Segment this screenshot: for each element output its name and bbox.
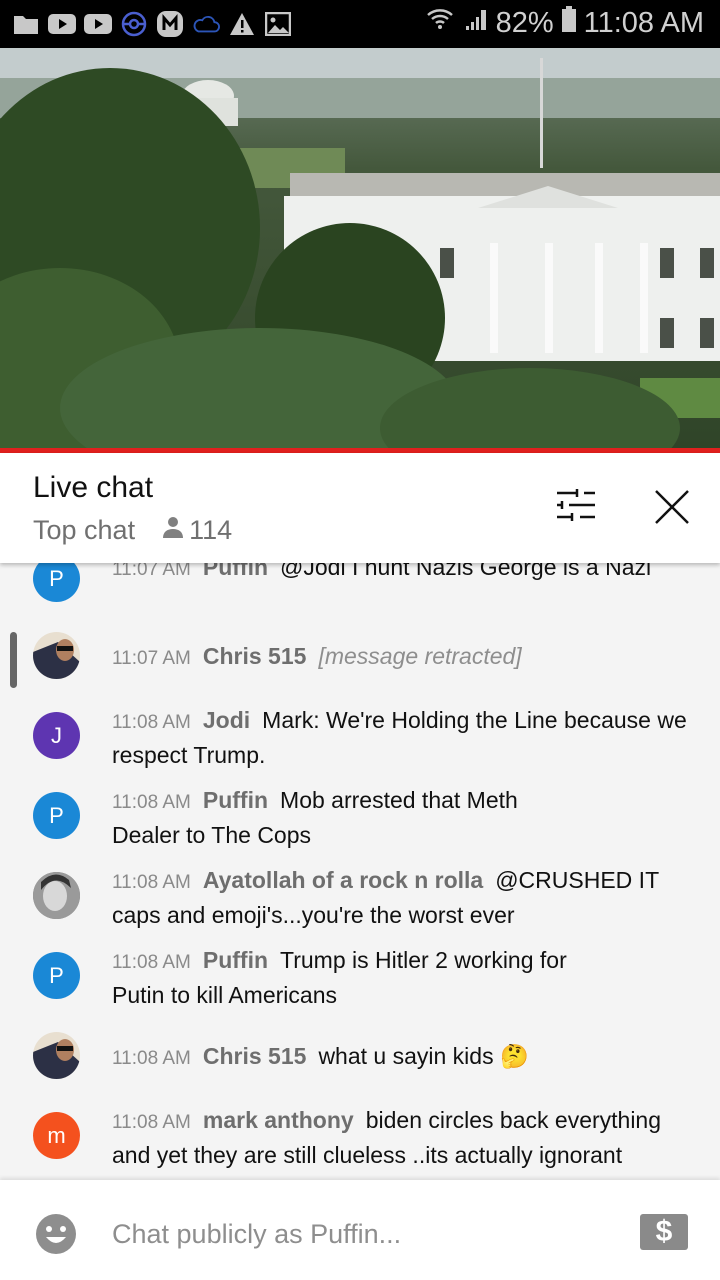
message-body: 11:07 AM Puffin @Jodi I hunt Nazis George … [112, 563, 702, 586]
person-icon [161, 515, 185, 546]
cloud-icon [192, 10, 220, 38]
pokeball-icon [120, 10, 148, 38]
avatar[interactable]: P [33, 952, 80, 999]
message-text: [message retracted] [318, 643, 522, 669]
dollar-icon: $ [655, 1215, 673, 1248]
chat-title: Live chat [33, 471, 154, 504]
message-time: 11:07 AM [112, 563, 191, 580]
message-author[interactable]: Jodi [203, 707, 250, 733]
notification-icons [12, 10, 292, 38]
message-body: 11:07 AM Chris 515 [message retracted] [112, 640, 702, 675]
viewer-count-value: 114 [189, 515, 233, 545]
message-text: @Jodi I hunt Nazis George is a Nazi [280, 563, 652, 580]
message-body: 11:08 AM Jodi Mark: We're Holding the Line… [112, 704, 702, 771]
message-body: 11:08 AM Puffin Mob arrested that Meth Dea… [112, 784, 552, 851]
message-time: 11:07 AM [112, 648, 191, 669]
message-body: 11:08 AM Ayatollah of a rock n rolla @CRUS… [112, 864, 702, 931]
avatar[interactable] [33, 872, 80, 919]
video-frame [0, 48, 720, 450]
m-app-icon [156, 10, 184, 38]
image-icon [264, 10, 292, 38]
smiley-icon [36, 1214, 76, 1254]
message-time: 11:08 AM [112, 1048, 191, 1069]
video-player[interactable] [0, 48, 720, 450]
battery-icon [561, 6, 576, 40]
battery-percent: 82% [495, 6, 554, 39]
chat-input-bar: $ [0, 1180, 720, 1280]
chat-mode-label: Top chat [33, 515, 136, 545]
sliders-icon [557, 489, 595, 521]
message-time: 11:08 AM [112, 872, 191, 893]
close-chat-button[interactable] [648, 483, 696, 531]
youtube-icon [84, 10, 112, 38]
youtube-icon [48, 10, 76, 38]
user-photo [33, 1039, 80, 1079]
message-text: what u sayin kids 🤔 [318, 1043, 529, 1069]
user-photo [33, 639, 80, 679]
close-icon [655, 490, 689, 524]
avatar[interactable]: P [33, 792, 80, 839]
message-time: 11:08 AM [112, 952, 191, 973]
message-author[interactable]: mark anthony [203, 1107, 354, 1133]
chat-mode-selector[interactable]: Top chat 114 [33, 515, 232, 546]
avatar[interactable]: J [33, 712, 80, 759]
folder-icon [12, 10, 40, 38]
message-author[interactable]: Chris 515 [203, 643, 307, 669]
message-body: 11:08 AM Chris 515 what u sayin kids 🤔 [112, 1040, 702, 1075]
message-author[interactable]: Puffin [203, 787, 268, 813]
wifi-icon [426, 6, 456, 40]
chat-filter-button[interactable] [552, 487, 600, 527]
message-text: biden circles back everything and yet th… [112, 1107, 662, 1168]
user-photo [33, 872, 80, 919]
message-time: 11:08 AM [112, 1112, 191, 1133]
message-author[interactable]: Chris 515 [203, 1043, 307, 1069]
system-status: 82% 11:08 AM [426, 6, 704, 40]
message-text: Mark: We're Holding the Line because we … [112, 707, 687, 768]
message-body: 11:08 AM Puffin Trump is Hitler 2 working … [112, 944, 612, 1011]
message-time: 11:08 AM [112, 712, 191, 733]
chat-scrollbar[interactable] [10, 632, 17, 688]
avatar[interactable] [33, 1032, 80, 1079]
avatar[interactable] [33, 632, 80, 679]
message-author[interactable]: Puffin [203, 563, 268, 580]
signal-icon [464, 7, 488, 40]
super-chat-button[interactable]: $ [640, 1214, 688, 1250]
chat-message-list: P 11:07 AM Puffin @Jodi I hunt Nazis Georg… [0, 563, 720, 1180]
chat-message-input[interactable] [112, 1210, 612, 1258]
message-author[interactable]: Puffin [203, 947, 268, 973]
chat-header: Live chat Top chat 114 [0, 453, 720, 563]
emoji-button[interactable] [35, 1213, 77, 1255]
message-body: 11:08 AM mark anthony biden circles back e… [112, 1104, 702, 1171]
clock: 11:08 AM [583, 6, 704, 39]
avatar[interactable]: P [33, 563, 80, 602]
message-author[interactable]: Ayatollah of a rock n rolla [203, 867, 483, 893]
message-time: 11:08 AM [112, 792, 191, 813]
viewer-count: 114 [161, 515, 232, 546]
avatar[interactable]: m [33, 1112, 80, 1159]
status-bar: 82% 11:08 AM [0, 0, 720, 48]
warning-icon [228, 10, 256, 38]
